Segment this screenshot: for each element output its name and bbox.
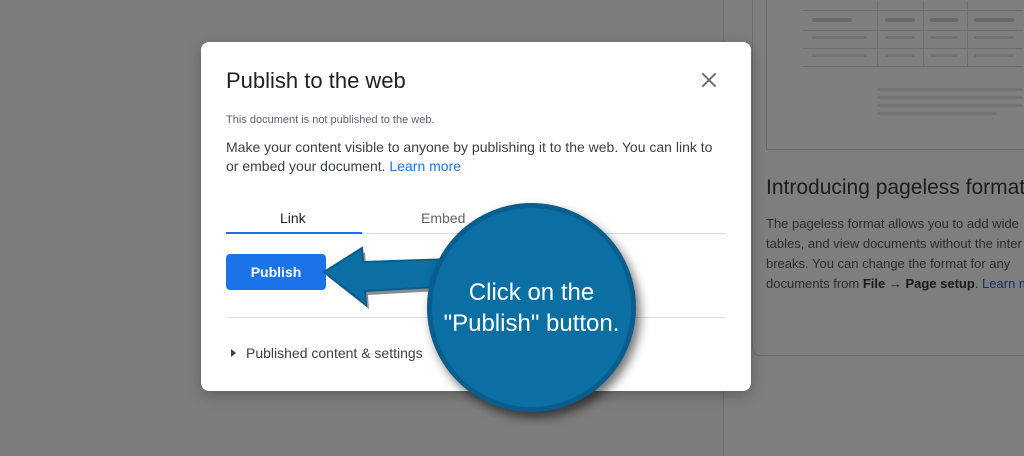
callout-line: "Publish" button. <box>443 309 620 337</box>
publish-status: This document is not published to the we… <box>226 114 435 126</box>
menu-path: File → Page setup <box>862 276 975 291</box>
active-tab-indicator <box>226 232 362 234</box>
feature-line-mid: . <box>974 276 983 291</box>
publish-button[interactable]: Publish <box>226 254 326 290</box>
feature-line: tables, and view documents without the i… <box>766 236 1022 251</box>
published-settings-label: Published content & settings <box>246 345 423 361</box>
feature-line: The pageless format allows you to add wi… <box>766 216 1019 231</box>
feature-description: The pageless format allows you to add wi… <box>766 214 1024 294</box>
description-text: Make your content visible to anyone by p… <box>226 139 713 174</box>
callout-line: Click on the <box>468 278 595 306</box>
feature-learn-more-link[interactable]: Learn more <box>982 276 1024 291</box>
close-button[interactable] <box>697 68 721 92</box>
callout-bubble: Click on the "Publish" button. <box>427 203 636 412</box>
feature-card-illustration <box>766 0 1024 150</box>
feature-line: breaks. You can change the format for an… <box>766 256 1011 271</box>
learn-more-link[interactable]: Learn more <box>389 158 461 174</box>
feature-line-prefix: documents from <box>766 276 863 291</box>
dialog-description: Make your content visible to anyone by p… <box>226 138 726 176</box>
published-settings-toggle[interactable]: Published content & settings <box>231 345 423 361</box>
feature-heading: Introducing pageless format <box>766 176 1024 199</box>
feature-line: documents from File → Page setup. Learn … <box>766 274 1024 294</box>
tab-embed[interactable]: Embed <box>421 210 465 226</box>
caret-right-icon <box>231 349 236 357</box>
tab-link[interactable]: Link <box>280 210 306 226</box>
close-icon <box>702 73 716 87</box>
dialog-title: Publish to the web <box>226 68 406 93</box>
